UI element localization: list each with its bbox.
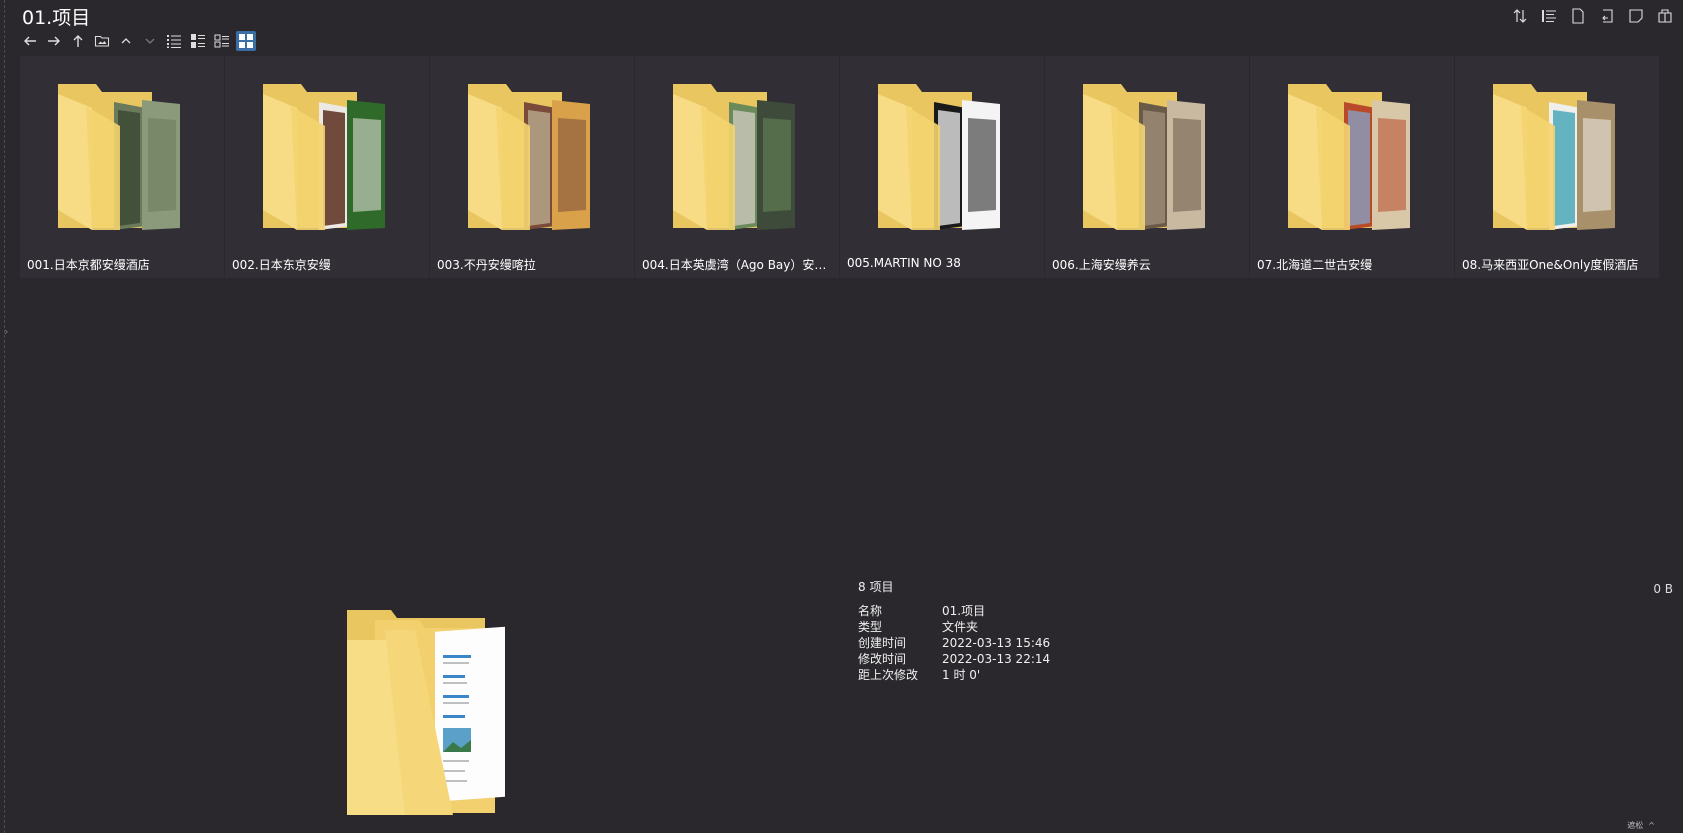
folder-thumbnail-icon bbox=[263, 84, 385, 230]
item-count: 8 项目 bbox=[858, 580, 894, 594]
collapse-chevron-icon[interactable]: › bbox=[4, 325, 10, 343]
package-icon[interactable] bbox=[1655, 6, 1675, 26]
detail-row: 修改时间 2022-03-13 22:14 bbox=[858, 651, 1050, 667]
folder-thumbnail-icon bbox=[468, 84, 590, 230]
folder-tile[interactable]: 004.日本英虞湾（Ago Bay）安缦... bbox=[635, 56, 839, 278]
detail-key: 距上次修改 bbox=[858, 668, 919, 682]
large-icons-view-icon[interactable] bbox=[236, 31, 256, 51]
sort-icon[interactable] bbox=[1510, 6, 1530, 26]
chevron-down-icon[interactable] bbox=[140, 31, 160, 51]
details-panel: 8 项目 名称 01.项目 类型 文件夹 创建时间 2022-03-13 15:46 修改时… bbox=[858, 578, 1050, 683]
folder-thumbnail-icon bbox=[58, 84, 180, 230]
properties-list-icon[interactable] bbox=[1539, 6, 1559, 26]
details-view-icon[interactable] bbox=[188, 31, 208, 51]
folder-name: 004.日本英虞湾（Ago Bay）安缦... bbox=[642, 258, 837, 272]
back-arrow-icon[interactable] bbox=[20, 31, 40, 51]
detail-key: 名称 bbox=[858, 604, 883, 618]
navigation-toolbar bbox=[20, 30, 256, 52]
folder-name: 002.日本东京安缦 bbox=[232, 258, 331, 272]
folder-thumbnail-icon bbox=[1083, 84, 1205, 230]
folder-name: 006.上海安缦养云 bbox=[1052, 258, 1151, 272]
tiles-view-icon[interactable] bbox=[212, 31, 232, 51]
detail-key: 类型 bbox=[858, 620, 883, 634]
folder-tile[interactable]: 005.MARTIN NO 38 bbox=[840, 56, 1044, 278]
folder-tile[interactable]: 003.不丹安缦喀拉 bbox=[430, 56, 634, 278]
folder-name: 07.北海道二世古安缦 bbox=[1257, 258, 1373, 272]
top-right-toolbar bbox=[1510, 6, 1675, 26]
folder-name: 005.MARTIN NO 38 bbox=[847, 256, 961, 270]
up-arrow-icon[interactable] bbox=[68, 31, 88, 51]
detail-value: 2022-03-13 15:46 bbox=[942, 636, 1051, 650]
folder-tile[interactable]: 07.北海道二世古安缦 bbox=[1250, 56, 1454, 278]
status-text: 遮松 ^ bbox=[1627, 821, 1655, 830]
folder-name: 001.日本京都安缦酒店 bbox=[27, 258, 150, 272]
detail-value: 01.项目 bbox=[942, 604, 986, 618]
detail-value: 文件夹 bbox=[942, 620, 979, 634]
detail-value: 1 时 0' bbox=[942, 668, 981, 682]
folder-name: 08.马来西亚One&Only度假酒店 bbox=[1462, 258, 1639, 272]
detail-row: 名称 01.项目 bbox=[858, 603, 1050, 619]
detail-row: 创建时间 2022-03-13 15:46 bbox=[858, 635, 1050, 651]
left-panel-edge[interactable] bbox=[0, 0, 5, 833]
copy-path-icon[interactable] bbox=[1597, 6, 1617, 26]
forward-arrow-icon[interactable] bbox=[44, 31, 64, 51]
folder-name: 003.不丹安缦喀拉 bbox=[437, 258, 536, 272]
folder-thumbnail-icon bbox=[673, 84, 795, 230]
folder-grid: 001.日本京都安缦酒店 002.日本东京安缦 003.不丹安缦喀拉 004.日本英虞… bbox=[20, 56, 1659, 278]
folder-preview-icon bbox=[347, 610, 505, 815]
note-icon[interactable] bbox=[1626, 6, 1646, 26]
folder-tile[interactable]: 08.马来西亚One&Only度假酒店 bbox=[1455, 56, 1659, 278]
list-view-icon[interactable] bbox=[164, 31, 184, 51]
detail-row: 类型 文件夹 bbox=[858, 619, 1050, 635]
detail-key: 创建时间 bbox=[858, 636, 907, 650]
folder-tile[interactable]: 001.日本京都安缦酒店 bbox=[20, 56, 224, 278]
page-title: 01.项目 bbox=[22, 7, 91, 29]
detail-key: 修改时间 bbox=[858, 652, 907, 666]
folder-thumbnail-icon bbox=[1493, 84, 1615, 230]
folder-thumbnail-icon bbox=[1288, 84, 1410, 230]
detail-value: 2022-03-13 22:14 bbox=[942, 652, 1051, 666]
folder-picture-icon[interactable] bbox=[92, 31, 112, 51]
detail-row: 距上次修改 1 时 0' bbox=[858, 667, 1050, 683]
folder-thumbnail-icon bbox=[878, 84, 1000, 230]
folder-tile[interactable]: 006.上海安缦养云 bbox=[1045, 56, 1249, 278]
folder-tile[interactable]: 002.日本东京安缦 bbox=[225, 56, 429, 278]
new-file-icon[interactable] bbox=[1568, 6, 1588, 26]
chevron-up-icon[interactable] bbox=[116, 31, 136, 51]
total-size: 0 B bbox=[1653, 582, 1673, 596]
